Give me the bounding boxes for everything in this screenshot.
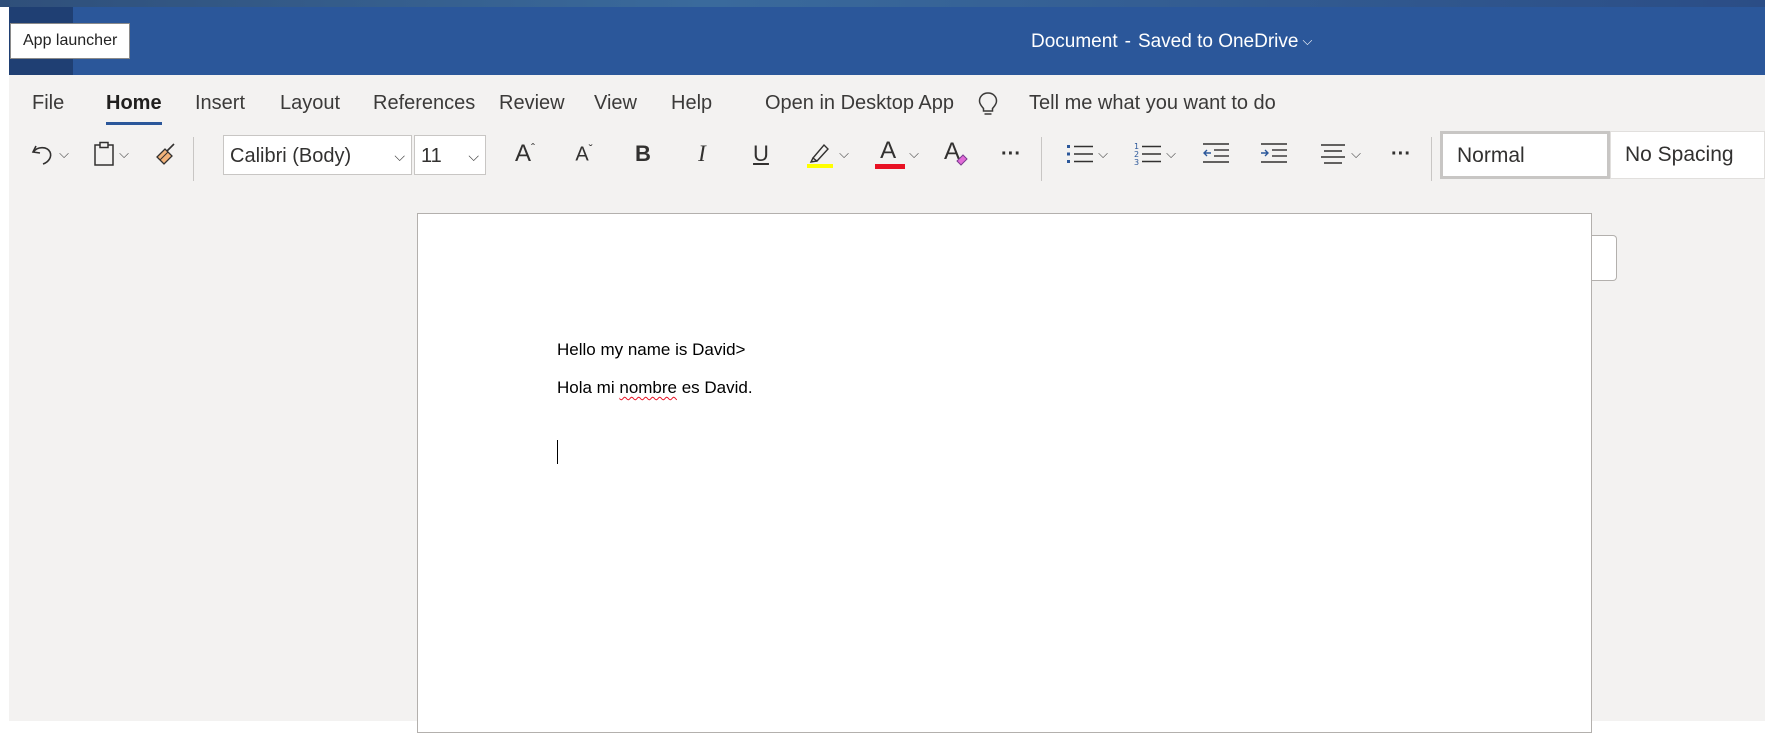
clipboard-icon bbox=[93, 141, 115, 167]
grow-font-button[interactable]: Aˆ bbox=[503, 131, 547, 177]
font-size-combobox[interactable]: 11 ⌵ bbox=[414, 135, 486, 175]
paragraph[interactable]: Hello my name is David> bbox=[557, 340, 746, 360]
document-title[interactable]: Document - Saved to OneDrive ⌵ bbox=[1031, 7, 1312, 75]
font-name-combobox[interactable]: Calibri (Body) ⌵ bbox=[223, 135, 412, 175]
toolbar-divider bbox=[193, 137, 194, 181]
chevron-down-icon[interactable]: ⌵ bbox=[468, 136, 479, 176]
toolbar-divider bbox=[1431, 137, 1432, 181]
tab-help[interactable]: Help bbox=[671, 75, 712, 131]
tell-me-label: Tell me what you want to do bbox=[1029, 92, 1276, 114]
style-normal[interactable]: Normal bbox=[1440, 131, 1610, 179]
svg-text:3: 3 bbox=[1134, 158, 1139, 167]
format-painter-button[interactable] bbox=[147, 131, 185, 177]
shrink-font-button[interactable]: Aˇ bbox=[562, 131, 606, 177]
chevron-down-icon[interactable]: ⌵ bbox=[839, 146, 849, 162]
shrink-font-icon: Aˇ bbox=[575, 141, 593, 166]
font-size-value: 11 bbox=[421, 145, 442, 167]
undo-icon bbox=[29, 141, 55, 167]
tab-file[interactable]: File bbox=[32, 75, 64, 131]
more-font-options-button[interactable]: ··· bbox=[991, 131, 1031, 177]
clear-formatting-button[interactable]: A bbox=[934, 131, 978, 177]
increase-indent-icon bbox=[1260, 141, 1288, 167]
bullets-button[interactable]: ⌵ bbox=[1059, 131, 1115, 177]
tab-home[interactable]: Home bbox=[106, 75, 162, 131]
style-no-spacing[interactable]: No Spacing bbox=[1610, 131, 1765, 179]
decrease-indent-button[interactable] bbox=[1194, 131, 1238, 177]
more-icon: ··· bbox=[1001, 142, 1021, 165]
decrease-indent-icon bbox=[1202, 141, 1230, 167]
paintbrush-icon bbox=[153, 141, 179, 167]
highlight-color-button[interactable]: ⌵ bbox=[799, 131, 855, 177]
browser-top-strip bbox=[0, 0, 1765, 7]
lightbulb-icon bbox=[977, 91, 999, 117]
font-color-button[interactable]: A ⌵ bbox=[869, 131, 925, 177]
tab-references[interactable]: References bbox=[373, 75, 475, 131]
text-cursor bbox=[557, 440, 558, 464]
highlighter-icon bbox=[805, 139, 835, 169]
tab-layout[interactable]: Layout bbox=[280, 75, 340, 131]
ribbon-tabs: File Home Insert Layout References Revie… bbox=[9, 75, 1765, 131]
underline-button[interactable]: U bbox=[739, 131, 783, 177]
numbered-list-icon: 1 2 3 bbox=[1134, 141, 1162, 167]
underline-icon: U bbox=[753, 141, 769, 166]
more-icon: ··· bbox=[1391, 142, 1411, 165]
chevron-down-icon[interactable]: ⌵ bbox=[119, 146, 129, 162]
word-online-window: App launcher Document - Saved to OneDrive ⌵… bbox=[0, 0, 1765, 733]
paste-button[interactable]: ⌵ bbox=[87, 131, 135, 177]
window-left-edge bbox=[0, 7, 9, 721]
numbering-button[interactable]: 1 2 3 ⌵ bbox=[1127, 131, 1183, 177]
italic-icon: I bbox=[698, 141, 706, 166]
more-paragraph-options-button[interactable]: ··· bbox=[1381, 131, 1421, 177]
paragraph[interactable]: Hola mi nombre es David. bbox=[557, 378, 753, 398]
bold-button[interactable]: B bbox=[621, 131, 665, 177]
tab-review[interactable]: Review bbox=[499, 75, 565, 131]
chevron-down-icon[interactable]: ⌵ bbox=[909, 146, 919, 162]
bold-icon: B bbox=[635, 141, 651, 166]
title-separator: - bbox=[1124, 31, 1131, 52]
increase-indent-button[interactable] bbox=[1252, 131, 1296, 177]
document-name: Document bbox=[1031, 31, 1118, 52]
home-toolbar: ⌵ ⌵ Calibri (Body) ⌵ 11 ⌵ Aˆ Aˇ B I U ⌵ … bbox=[9, 131, 1765, 185]
title-bar bbox=[9, 7, 1765, 75]
tab-view[interactable]: View bbox=[594, 75, 637, 131]
tab-insert[interactable]: Insert bbox=[195, 75, 245, 131]
paragraph-text: Hola mi bbox=[557, 378, 620, 397]
grow-font-icon: Aˆ bbox=[514, 140, 535, 167]
font-color-icon: A bbox=[875, 137, 906, 169]
open-in-desktop-app-button[interactable]: Open in Desktop App bbox=[765, 75, 954, 131]
document-page[interactable]: Hello my name is David> Hola mi nombre e… bbox=[417, 213, 1592, 733]
document-canvas[interactable]: Hello my name is David> Hola mi nombre e… bbox=[9, 185, 1765, 733]
clear-formatting-icon: A bbox=[941, 138, 971, 169]
comment-marker[interactable] bbox=[1592, 235, 1617, 281]
font-name-value: Calibri (Body) bbox=[230, 145, 352, 167]
paragraph-text: es David. bbox=[677, 378, 753, 397]
ribbon: File Home Insert Layout References Revie… bbox=[9, 75, 1765, 185]
chevron-down-icon[interactable]: ⌵ bbox=[1166, 146, 1176, 162]
chevron-down-icon[interactable]: ⌵ bbox=[59, 146, 69, 162]
italic-button[interactable]: I bbox=[680, 131, 724, 177]
misspelled-word[interactable]: nombre bbox=[619, 378, 677, 397]
align-center-icon bbox=[1319, 141, 1347, 167]
bullet-list-icon bbox=[1066, 141, 1094, 167]
chevron-down-icon: ⌵ bbox=[1302, 33, 1313, 48]
toolbar-divider bbox=[1041, 137, 1042, 181]
chevron-down-icon[interactable]: ⌵ bbox=[1351, 146, 1361, 162]
chevron-down-icon[interactable]: ⌵ bbox=[394, 136, 405, 176]
paragraph-alignment-button[interactable]: ⌵ bbox=[1312, 131, 1368, 177]
app-launcher-tooltip: App launcher bbox=[10, 23, 131, 59]
chevron-down-icon[interactable]: ⌵ bbox=[1098, 146, 1108, 162]
undo-button[interactable]: ⌵ bbox=[25, 131, 73, 177]
save-status: Saved to OneDrive bbox=[1137, 31, 1299, 52]
